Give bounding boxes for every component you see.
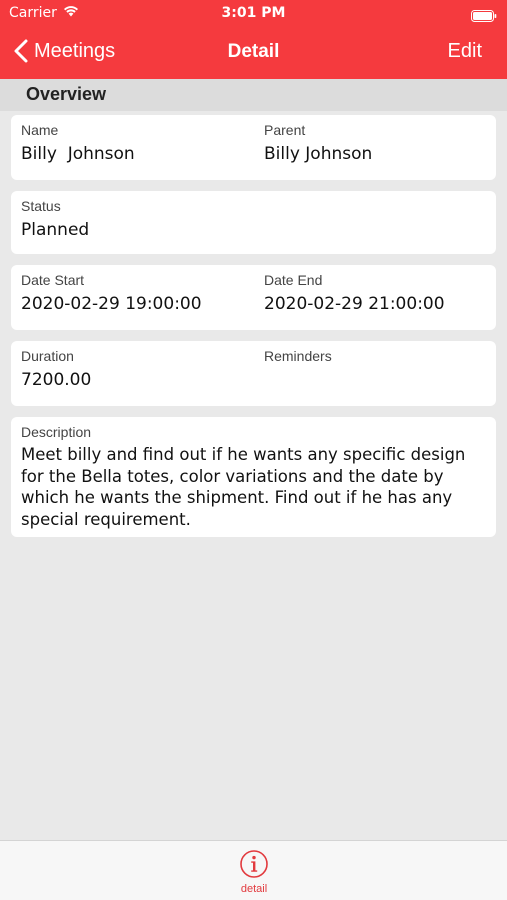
edit-button[interactable]: Edit [448, 40, 482, 63]
screen: Carrier 3:01 PM Meetings Detail Edit Ove… [0, 0, 507, 900]
navigation-bar: Meetings Detail Edit [0, 28, 507, 79]
page-title: Detail [227, 41, 280, 62]
field-value: 2020-02-29 19:00:00 [21, 294, 202, 314]
info-icon [240, 850, 268, 878]
card-duration-reminders: Duration 7200.00 Reminders [11, 341, 496, 406]
field-label: Date End [264, 272, 323, 288]
section-title: Overview [26, 84, 107, 104]
tab-bar: detail [0, 840, 507, 900]
tab-detail[interactable]: detail [228, 849, 280, 895]
field-value: Planned [21, 220, 90, 240]
status-time: 3:01 PM [221, 5, 286, 21]
field-parent: Parent Billy Johnson [264, 122, 372, 165]
field-label: Parent [264, 122, 306, 138]
battery-icon [471, 7, 497, 22]
tab-label: detail [240, 883, 268, 895]
field-name: Name Billy Johnson [21, 122, 135, 165]
field-reminders: Reminders [264, 348, 332, 370]
top-bar: Carrier 3:01 PM Meetings Detail Edit [0, 0, 507, 79]
field-label: Description [21, 424, 92, 440]
card-description: Description Meet billy and find out if h… [11, 417, 496, 537]
field-value: Billy Johnson [21, 144, 135, 164]
field-status: Status Planned [21, 198, 89, 241]
field-value[interactable]: Billy Johnson [264, 144, 372, 165]
card-dates: Date Start 2020-02-29 19:00:00 Date End … [11, 265, 496, 330]
section-header-overview: Overview [0, 79, 507, 111]
card-status: Status Planned [11, 191, 496, 254]
field-description: Description Meet billy and find out if h… [21, 424, 486, 530]
field-date-end: Date End 2020-02-29 21:00:00 [264, 272, 445, 315]
field-value: Meet billy and find out if he wants any … [21, 445, 466, 529]
field-label: Status [21, 198, 61, 214]
field-date-start: Date Start 2020-02-29 19:00:00 [21, 272, 202, 315]
field-value: 2020-02-29 21:00:00 [264, 294, 445, 314]
status-bar: Carrier 3:01 PM [0, 0, 507, 28]
field-duration: Duration 7200.00 [21, 348, 91, 391]
field-label: Date Start [21, 272, 85, 288]
field-label: Duration [21, 348, 74, 364]
field-value: 7200.00 [21, 370, 92, 390]
field-label: Name [21, 122, 59, 138]
card-name-parent: Name Billy Johnson Parent Billy Johnson [11, 115, 496, 180]
field-label: Reminders [264, 348, 332, 364]
